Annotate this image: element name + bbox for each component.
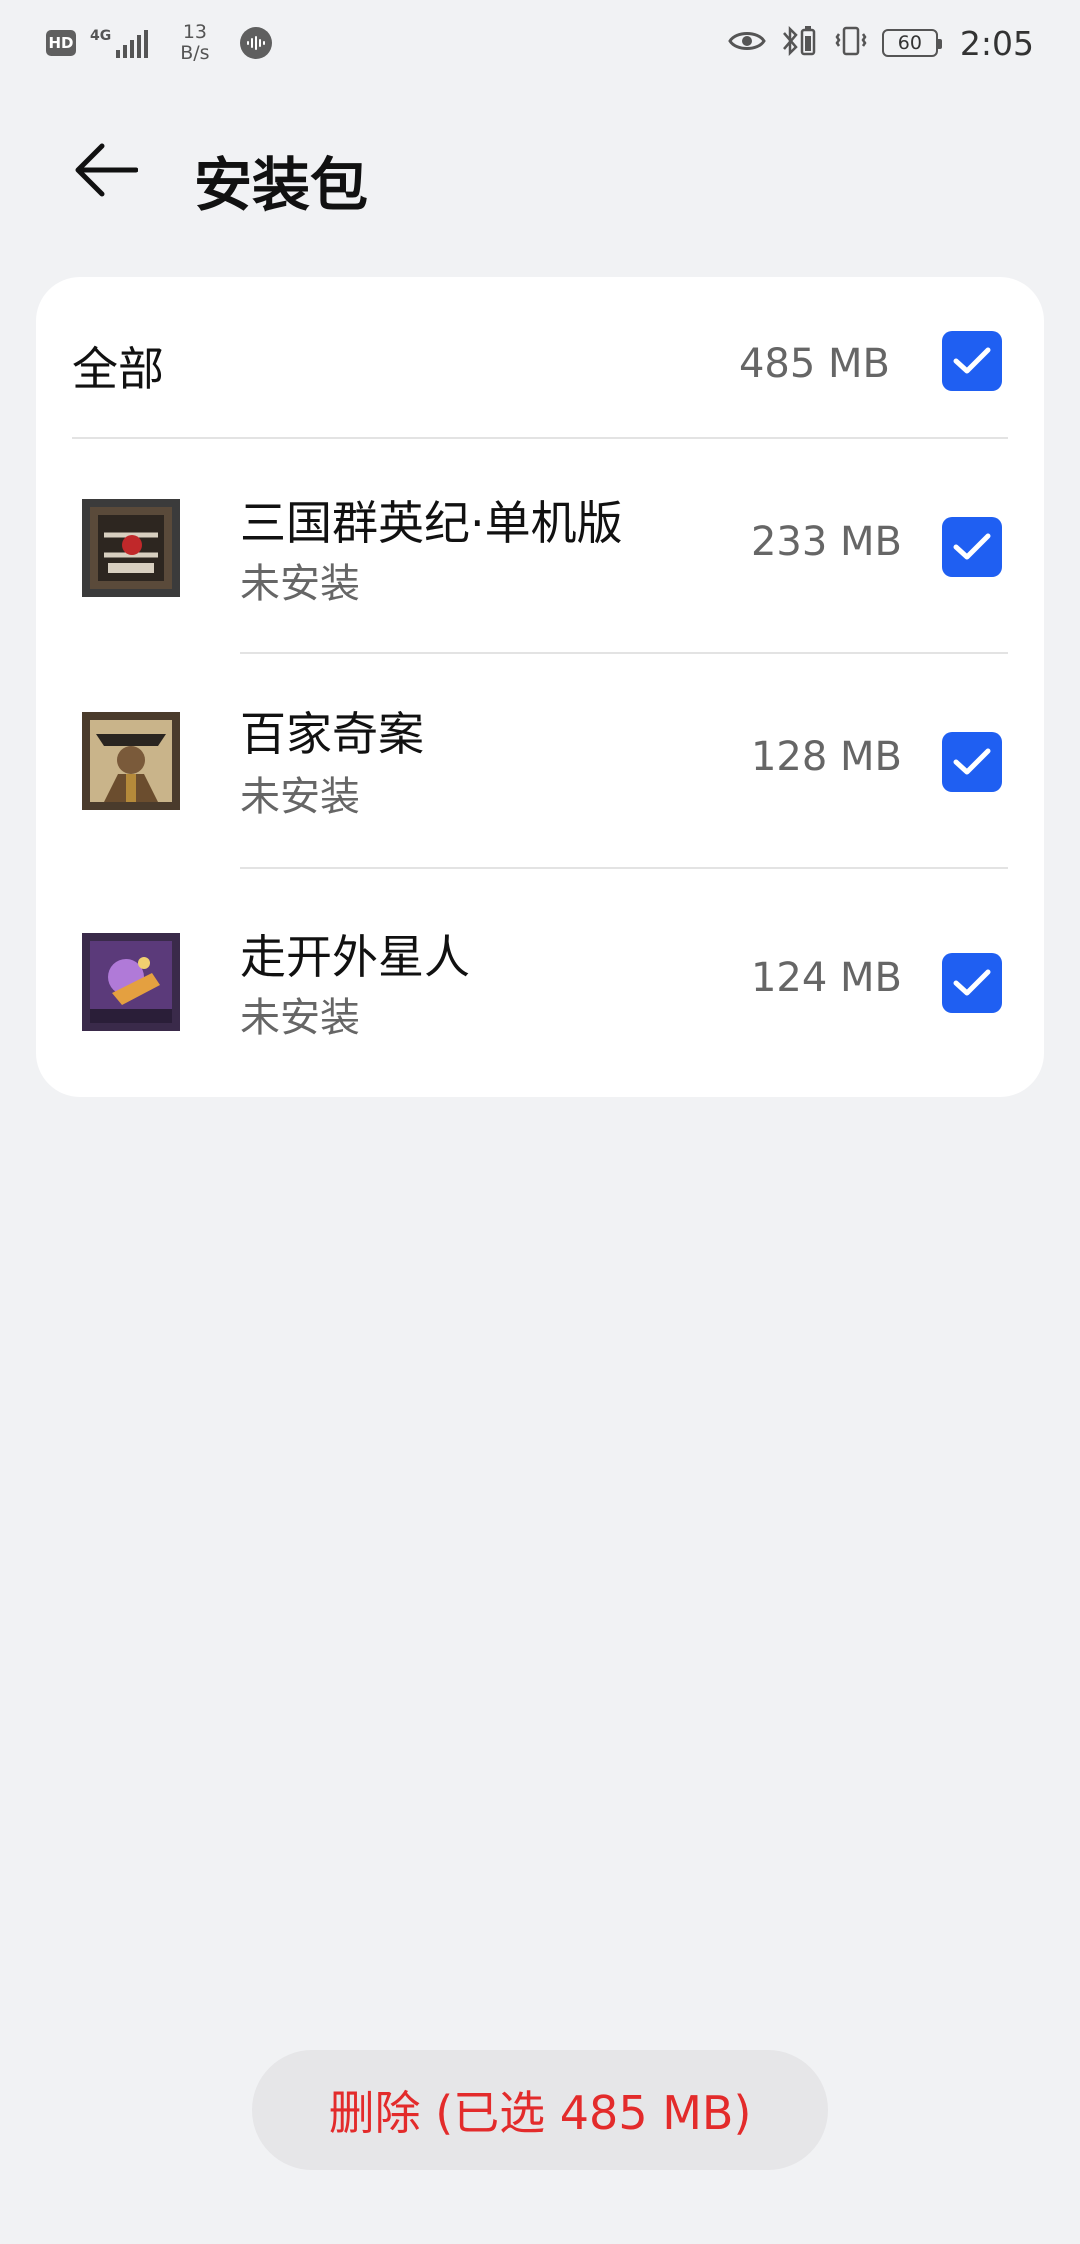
app-size: 128 MB (750, 734, 902, 780)
signal-icon: 4G (90, 28, 149, 58)
app-icon-sanguo (82, 499, 180, 597)
app-name: 百家奇案 (240, 707, 424, 761)
app-checkbox[interactable] (942, 732, 1002, 792)
list-item[interactable]: 百家奇案 未安装 128 MB (36, 652, 1044, 872)
network-type-label: 4G (90, 28, 112, 44)
network-speed-value: 13 (182, 21, 207, 43)
checkmark-icon (953, 748, 991, 775)
app-name: 三国群英纪·单机版 (240, 496, 623, 550)
list-item[interactable]: 走开外星人 未安装 124 MB (36, 867, 1044, 1087)
app-checkbox[interactable] (942, 953, 1002, 1013)
vibrate-icon (834, 26, 868, 60)
clock: 2:05 (959, 23, 1034, 63)
checkmark-icon (953, 533, 991, 560)
checkmark-icon (953, 969, 991, 996)
package-list-card: 全部 485 MB 三国群英纪·单机版 未安装 233 MB 百家奇案 未安装 … (36, 277, 1044, 1097)
select-all-row[interactable]: 全部 485 MB (36, 277, 1044, 437)
status-bar-left: HD 4G 13 B/s (46, 22, 272, 64)
list-item[interactable]: 三国群英纪·单机版 未安装 233 MB (36, 437, 1044, 657)
app-name: 走开外星人 (240, 930, 470, 984)
status-bar-right: 60 2:05 (728, 24, 1034, 63)
delete-button[interactable]: 删除 (已选 485 MB) (252, 2050, 828, 2170)
hd-badge: HD (46, 30, 76, 56)
page-title: 安装包 (194, 151, 369, 219)
app-size: 124 MB (750, 955, 902, 1001)
page-header: 安装包 (0, 120, 1080, 220)
network-speed: 13 B/s (180, 22, 209, 64)
back-button[interactable] (74, 140, 138, 200)
total-size: 485 MB (738, 341, 890, 387)
arrow-left-icon (75, 143, 138, 197)
eye-icon (728, 28, 766, 58)
battery-indicator: 60 (881, 29, 942, 57)
app-status: 未安装 (240, 561, 360, 607)
app-status: 未安装 (240, 995, 360, 1041)
app-icon-aliens (82, 933, 180, 1031)
checkmark-icon (953, 347, 991, 374)
app-size: 233 MB (750, 519, 902, 565)
app-icon-baijia (82, 712, 180, 810)
app-checkbox[interactable] (942, 517, 1002, 577)
network-speed-unit: B/s (180, 42, 210, 64)
bluetooth-battery-icon (780, 24, 820, 62)
select-all-label: 全部 (72, 342, 164, 396)
status-bar: HD 4G 13 B/s 60 2:05 (0, 0, 1080, 86)
app-status: 未安装 (240, 774, 360, 820)
select-all-checkbox[interactable] (942, 331, 1002, 391)
voice-assistant-icon (239, 27, 272, 59)
